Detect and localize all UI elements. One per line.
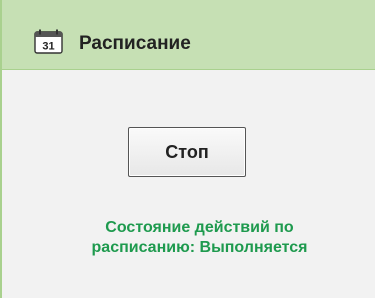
stop-button[interactable]: Стоп xyxy=(128,127,246,177)
calendar-icon-day: 31 xyxy=(42,41,54,53)
status-line-1: Состояние действий по xyxy=(105,219,294,236)
schedule-header: 31 Расписание xyxy=(2,0,375,70)
status-line-2: расписанию: Выполняется xyxy=(91,239,308,256)
schedule-status-text: Состояние действий по расписанию: Выполн… xyxy=(42,218,357,258)
schedule-panel: 31 Расписание Стоп Состояние действий по… xyxy=(0,0,375,298)
calendar-icon: 31 xyxy=(34,29,63,54)
page-title: Расписание xyxy=(79,33,191,54)
